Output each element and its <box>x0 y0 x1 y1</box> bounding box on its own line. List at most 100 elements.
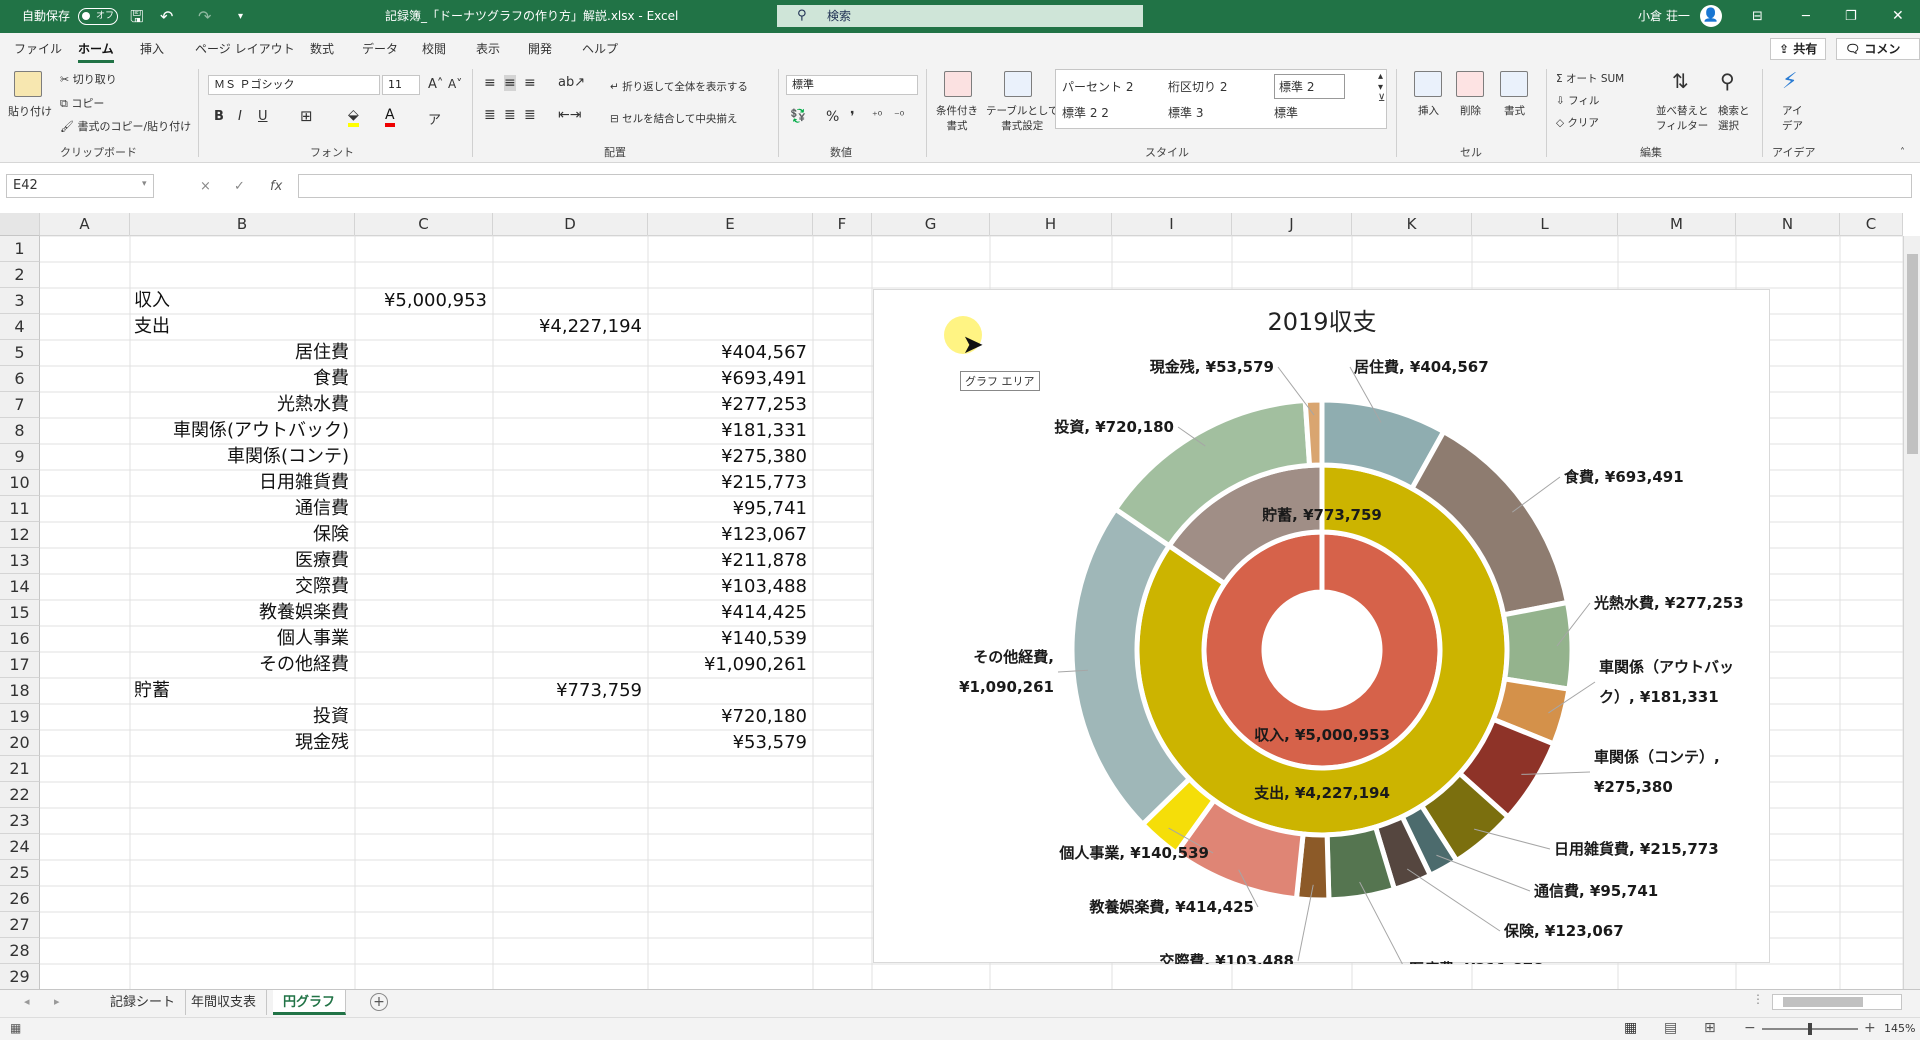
zoom-slider-thumb[interactable] <box>1808 1023 1812 1035</box>
align-left-icon[interactable]: ≣ <box>484 107 496 123</box>
cell[interactable]: ¥404,567 <box>648 340 813 366</box>
wrap-text-button[interactable]: ↵ 折り返して全体を表示する <box>610 79 748 94</box>
format-as-table-icon[interactable] <box>1004 71 1032 97</box>
data-label[interactable]: ク）, ¥181,331 <box>1599 688 1719 706</box>
conditional-format-icon[interactable] <box>944 71 972 97</box>
cell[interactable]: ¥275,380 <box>648 444 813 470</box>
italic-button[interactable]: I <box>238 109 242 124</box>
ideas-button[interactable]: アイ デア <box>1782 103 1803 133</box>
restore-icon[interactable]: ❐ <box>1845 0 1857 33</box>
data-label[interactable]: 投資, ¥720,180 <box>1054 418 1174 436</box>
align-top-icon[interactable]: ≡ <box>484 75 496 91</box>
sort-filter-icon[interactable]: ⇅ <box>1672 69 1689 93</box>
zoom-in-icon[interactable]: + <box>1864 1020 1876 1036</box>
phonetic-icon[interactable]: ア <box>428 109 441 128</box>
data-label[interactable]: 貯蓄, ¥773,759 <box>1262 506 1382 524</box>
autosum-button[interactable]: Σ オート SUM <box>1556 71 1624 86</box>
copy-button[interactable]: ⧉ コピー <box>60 95 104 111</box>
cell[interactable]: 食費 <box>130 366 355 392</box>
format-as-table-button[interactable]: テーブルとして 書式設定 <box>986 103 1059 133</box>
vertical-scroll-thumb[interactable] <box>1907 254 1918 454</box>
redo-icon[interactable]: ↷ <box>198 0 211 33</box>
cell[interactable]: ¥5,000,953 <box>355 288 493 314</box>
cell[interactable]: ¥1,090,261 <box>648 652 813 678</box>
cell[interactable]: ¥211,878 <box>648 548 813 574</box>
insert-cells-icon[interactable] <box>1414 71 1442 97</box>
align-center-icon[interactable]: ≣ <box>504 107 516 123</box>
data-label[interactable]: ¥275,380 <box>1594 778 1673 796</box>
data-label[interactable]: 医療費, ¥211,878 <box>1409 960 1544 978</box>
cancel-icon[interactable]: × <box>200 179 211 194</box>
data-label[interactable]: 光熱水費, ¥277,253 <box>1593 594 1744 612</box>
data-label[interactable]: 保険, ¥123,067 <box>1503 922 1624 940</box>
cell[interactable]: 光熱水費 <box>130 392 355 418</box>
vertical-scrollbar[interactable] <box>1903 236 1920 989</box>
fill-color-icon[interactable]: ⬙ <box>348 107 359 127</box>
cell[interactable]: その他経費 <box>130 652 355 678</box>
cell[interactable]: ¥123,067 <box>648 522 813 548</box>
cell[interactable]: 通信費 <box>130 496 355 522</box>
zoom-level[interactable]: 145% <box>1884 1022 1915 1035</box>
chart-title[interactable]: 2019収支 <box>1267 308 1376 336</box>
tab-help[interactable]: ヘルプ <box>582 40 618 57</box>
formula-input[interactable] <box>298 174 1912 198</box>
shrink-font-icon[interactable]: A˅ <box>448 77 462 91</box>
cell[interactable]: ¥773,759 <box>493 678 648 704</box>
split-handle-icon[interactable]: ⋮ <box>1752 992 1764 1006</box>
minimize-icon[interactable]: ─ <box>1802 0 1810 33</box>
cell[interactable]: 投資 <box>130 704 355 730</box>
find-select-button[interactable]: 検索と 選択 <box>1718 103 1750 133</box>
autosave-toggle[interactable]: オフ <box>78 8 118 25</box>
name-box[interactable]: E42 <box>6 174 154 198</box>
sort-filter-button[interactable]: 並べ替えと フィルター <box>1656 103 1709 133</box>
cell[interactable]: ¥140,539 <box>648 626 813 652</box>
gallery-scroll-icon[interactable]: ▴ ▾ ⊻ <box>1378 71 1385 104</box>
font-size-select[interactable]: 11 <box>382 75 420 95</box>
style-normal-3[interactable]: 標準 3 <box>1168 104 1203 121</box>
clear-button[interactable]: ◇ クリア <box>1556 115 1599 130</box>
horizontal-scroll-thumb[interactable] <box>1783 997 1863 1007</box>
cell[interactable]: 交際費 <box>130 574 355 600</box>
tab-insert[interactable]: 挿入 <box>140 40 164 57</box>
cell[interactable]: ¥215,773 <box>648 470 813 496</box>
data-label[interactable]: 個人事業, ¥140,539 <box>1058 844 1209 862</box>
find-select-icon[interactable]: ⚲ <box>1720 69 1735 93</box>
bold-button[interactable]: B <box>214 109 224 124</box>
indent-icon[interactable]: ⇤⇥ <box>558 107 581 123</box>
sheet-tab-annual[interactable]: 年間収支表 <box>181 990 268 1015</box>
customize-qat-icon[interactable]: ▾ <box>238 0 243 33</box>
data-label[interactable]: 教養娯楽費, ¥414,425 <box>1088 898 1254 916</box>
data-label[interactable]: 交際費, ¥103,488 <box>1159 952 1294 970</box>
data-label[interactable]: 居住費, ¥404,567 <box>1354 358 1489 376</box>
macro-record-icon[interactable]: ▦ <box>10 1021 21 1035</box>
tab-formulas[interactable]: 数式 <box>310 40 334 57</box>
close-icon[interactable]: ✕ <box>1892 0 1904 33</box>
paste-icon[interactable] <box>14 71 42 97</box>
donut-slice-outer[interactable] <box>1500 599 1575 692</box>
style-percent-2[interactable]: パーセント 2 <box>1062 78 1133 95</box>
name-box-dropdown-icon[interactable]: ▾ <box>142 179 147 189</box>
cell[interactable]: 車関係(アウトバック) <box>130 418 355 444</box>
cell[interactable]: ¥414,425 <box>648 600 813 626</box>
ribbon-display-icon[interactable]: ⊟ <box>1752 0 1763 33</box>
number-format-select[interactable]: 標準 <box>786 75 918 95</box>
decrease-decimal-icon[interactable]: ⁻⁰ <box>894 109 904 122</box>
style-normal[interactable]: 標準 <box>1274 104 1298 121</box>
tab-review[interactable]: 校閲 <box>422 40 446 57</box>
font-color-icon[interactable]: A <box>385 107 395 127</box>
sheet-tab-piechart[interactable]: 円グラフ <box>273 990 347 1015</box>
cell[interactable]: 現金残 <box>130 730 355 756</box>
insert-cells-button[interactable]: 挿入 <box>1418 103 1439 118</box>
format-painter-button[interactable]: 🖌 書式のコピー/貼り付け <box>60 118 191 134</box>
donut-slice-outer[interactable] <box>1302 397 1325 469</box>
currency-icon[interactable]: 💱 <box>790 109 806 124</box>
sheet-tab-record[interactable]: 記録シート <box>100 990 187 1015</box>
add-sheet-icon[interactable]: + <box>370 993 388 1011</box>
normal-view-icon[interactable]: ▦ <box>1624 1020 1637 1036</box>
zoom-out-icon[interactable]: − <box>1744 1020 1756 1036</box>
tab-scroll-right-icon[interactable]: ▸ <box>54 995 60 1008</box>
cell[interactable]: ¥4,227,194 <box>493 314 648 340</box>
cell[interactable]: ¥693,491 <box>648 366 813 392</box>
merge-center-button[interactable]: ⊟ セルを結合して中央揃え <box>610 111 737 126</box>
cell[interactable]: ¥103,488 <box>648 574 813 600</box>
